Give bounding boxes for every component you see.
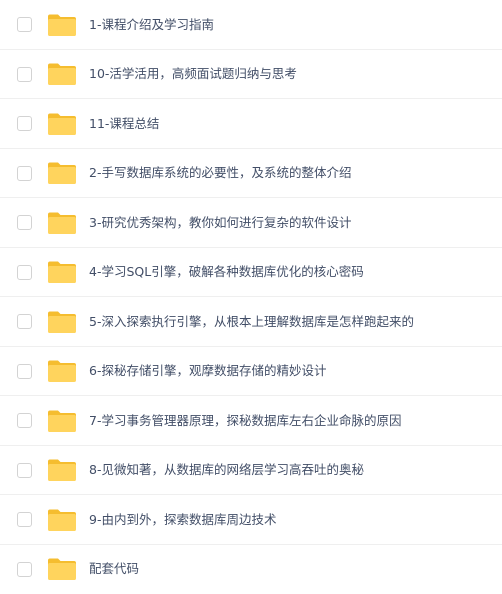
folder-row[interactable]: 2-手写数据库系统的必要性，及系统的整体介绍 [0, 149, 502, 199]
folder-icon[interactable] [47, 557, 77, 581]
folder-icon[interactable] [47, 359, 77, 383]
row-checkbox[interactable] [17, 67, 32, 82]
folder-icon[interactable] [47, 409, 77, 433]
row-checkbox[interactable] [17, 314, 32, 329]
row-checkbox[interactable] [17, 463, 32, 478]
folder-name[interactable]: 4-学习SQL引擎，破解各种数据库优化的核心密码 [89, 264, 364, 280]
row-checkbox[interactable] [17, 364, 32, 379]
row-checkbox[interactable] [17, 116, 32, 131]
folder-name[interactable]: 1-课程介绍及学习指南 [89, 17, 214, 33]
folder-icon[interactable] [47, 112, 77, 136]
folder-icon[interactable] [47, 211, 77, 235]
folder-row[interactable]: 10-活学活用，高频面试题归纳与思考 [0, 50, 502, 100]
folder-icon[interactable] [47, 310, 77, 334]
folder-row[interactable]: 4-学习SQL引擎，破解各种数据库优化的核心密码 [0, 248, 502, 298]
folder-name[interactable]: 3-研究优秀架构，教你如何进行复杂的软件设计 [89, 215, 351, 231]
folder-name[interactable]: 11-课程总结 [89, 116, 159, 132]
folder-row[interactable]: 8-见微知著，从数据库的网络层学习高吞吐的奥秘 [0, 446, 502, 496]
folder-icon[interactable] [47, 161, 77, 185]
row-checkbox[interactable] [17, 17, 32, 32]
folder-icon[interactable] [47, 458, 77, 482]
folder-name[interactable]: 6-探秘存储引擎，观摩数据存储的精妙设计 [89, 363, 326, 379]
folder-row[interactable]: 9-由内到外，探索数据库周边技术 [0, 495, 502, 545]
folder-name[interactable]: 5-深入探索执行引擎，从根本上理解数据库是怎样跑起来的 [89, 314, 414, 330]
folder-icon[interactable] [47, 260, 77, 284]
folder-row[interactable]: 7-学习事务管理器原理，探秘数据库左右企业命脉的原因 [0, 396, 502, 446]
row-checkbox[interactable] [17, 166, 32, 181]
folder-name[interactable]: 配套代码 [89, 561, 139, 577]
folder-name[interactable]: 2-手写数据库系统的必要性，及系统的整体介绍 [89, 165, 351, 181]
row-checkbox[interactable] [17, 265, 32, 280]
folder-row[interactable]: 1-课程介绍及学习指南 [0, 0, 502, 50]
folder-row[interactable]: 3-研究优秀架构，教你如何进行复杂的软件设计 [0, 198, 502, 248]
row-checkbox[interactable] [17, 413, 32, 428]
folder-name[interactable]: 7-学习事务管理器原理，探秘数据库左右企业命脉的原因 [89, 413, 401, 429]
file-list: 1-课程介绍及学习指南 10-活学活用，高频面试题归纳与思考 11-课程总结 2-手写… [0, 0, 502, 591]
folder-icon[interactable] [47, 508, 77, 532]
row-checkbox[interactable] [17, 215, 32, 230]
folder-icon[interactable] [47, 62, 77, 86]
folder-row[interactable]: 配套代码 [0, 545, 502, 594]
folder-row[interactable]: 6-探秘存储引擎，观摩数据存储的精妙设计 [0, 347, 502, 397]
row-checkbox[interactable] [17, 562, 32, 577]
row-checkbox[interactable] [17, 512, 32, 527]
folder-name[interactable]: 8-见微知著，从数据库的网络层学习高吞吐的奥秘 [89, 462, 364, 478]
folder-row[interactable]: 11-课程总结 [0, 99, 502, 149]
folder-icon[interactable] [47, 13, 77, 37]
folder-name[interactable]: 9-由内到外，探索数据库周边技术 [89, 512, 276, 528]
folder-name[interactable]: 10-活学活用，高频面试题归纳与思考 [89, 66, 297, 82]
folder-row[interactable]: 5-深入探索执行引擎，从根本上理解数据库是怎样跑起来的 [0, 297, 502, 347]
